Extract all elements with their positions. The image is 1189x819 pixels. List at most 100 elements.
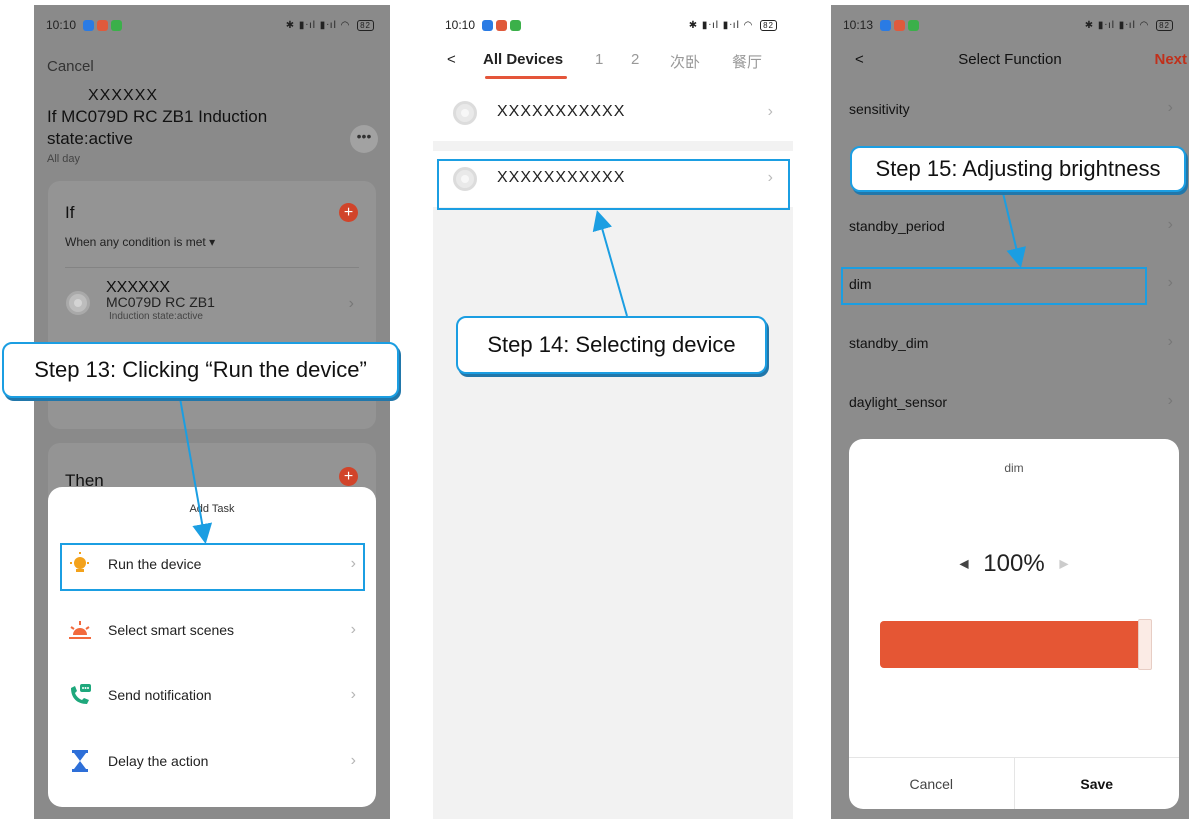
masked-name: XXXXXX [88, 87, 159, 104]
app-icon [880, 20, 892, 32]
cancel-button[interactable]: Cancel [47, 58, 94, 75]
device-name: XXXXXXXXXXX [497, 103, 626, 120]
highlight-box [60, 543, 365, 591]
app-icon [97, 20, 109, 32]
signal-icons: ✱ ▮ᐧıl ▮ᐧıl ◠ 82 [286, 19, 374, 31]
function-row-daylight-sensor[interactable]: daylight_sensor › [831, 382, 1189, 422]
value-readout: 100% [983, 549, 1045, 577]
dialog-title: dim [1004, 461, 1024, 475]
slider-thumb[interactable] [1138, 619, 1152, 670]
hourglass-icon [65, 746, 95, 776]
chevron-right-icon: › [1167, 392, 1173, 409]
phone-message-icon [65, 680, 95, 710]
function-row-standby-period[interactable]: standby_period › [831, 206, 1189, 246]
status-bar: 10:13 ✱ ▮ᐧıl ▮ᐧıl ◠ 82 [831, 5, 1189, 45]
delay-action-item[interactable]: Delay the action › [48, 737, 376, 785]
app-icon [482, 20, 494, 32]
chevron-right-icon: › [767, 103, 773, 120]
sheet-title: Add Task [189, 503, 235, 515]
smart-scenes-item[interactable]: Select smart scenes › [48, 606, 376, 654]
phone-screen-device-list: 10:10 ✱ ▮ᐧıl ▮ᐧıl ◠ 82 < All Devices 1 2… [433, 5, 793, 819]
phone-screen-add-task: 10:10 ✱ ▮ᐧıl ▮ᐧıl ◠ 82 Cancel XXXXXX If … [34, 5, 390, 819]
signal-icons: ✱ ▮ᐧıl ▮ᐧıl ◠ 82 [1085, 19, 1173, 31]
dialog-footer: Cancel Save [849, 757, 1179, 809]
dim-slider[interactable] [880, 619, 1152, 670]
if-title: If [65, 203, 75, 222]
signal-icons: ✱ ▮ᐧıl ▮ᐧıl ◠ 82 [689, 19, 777, 31]
page-title: Select Function [958, 51, 1062, 68]
step-15-callout: Step 15: Adjusting brightness [850, 146, 1186, 192]
phone-screen-select-function: 10:13 ✱ ▮ᐧıl ▮ᐧıl ◠ 82 < Select Function… [831, 5, 1189, 819]
schedule-label: All day [47, 153, 81, 165]
app-icon [894, 20, 906, 32]
task-label: Send notification [108, 687, 212, 703]
tutorial-canvas: 10:10 ✱ ▮ᐧıl ▮ᐧıl ◠ 82 Cancel XXXXXX If … [0, 0, 1189, 819]
slider-fill [880, 621, 1138, 668]
chevron-right-icon: › [350, 621, 356, 638]
task-label: Select smart scenes [108, 622, 235, 638]
chevron-right-icon: › [1167, 333, 1173, 350]
function-label: sensitivity [849, 101, 910, 117]
add-task-sheet: Add Task Run the device › Select smart s… [48, 487, 376, 807]
function-label: daylight_sensor [849, 394, 948, 410]
function-row-sensitivity[interactable]: sensitivity › [831, 89, 1189, 129]
back-button[interactable]: < [447, 51, 456, 68]
status-time: 10:10 [46, 18, 77, 32]
decrease-icon[interactable]: ◀ [959, 557, 968, 571]
highlight-box [841, 267, 1147, 305]
increase-icon[interactable]: ▶ [1059, 557, 1068, 571]
status-bar: 10:10 ✱ ▮ᐧıl ▮ᐧıl ◠ 82 [433, 5, 793, 45]
sensor-device-icon [66, 291, 90, 315]
room-tabs: < All Devices 1 2 次卧 餐厅 [433, 45, 793, 85]
tab-room-2[interactable]: 2 [631, 51, 639, 68]
notification-icons [880, 20, 920, 32]
sunrise-icon [65, 615, 95, 645]
masked-name: XXXXXX [106, 279, 171, 296]
condition-device-state: Induction state:active [109, 311, 203, 322]
chevron-right-icon: › [1167, 216, 1173, 233]
highlight-box [437, 159, 790, 210]
sensor-device-icon [453, 101, 477, 125]
device-row[interactable]: XXXXXXXXXXX › [433, 85, 793, 141]
notification-icons [83, 20, 123, 32]
status-time: 10:13 [843, 18, 874, 32]
tab-room-3[interactable]: 次卧 [670, 51, 700, 72]
scene-title: If MC079D RC ZB1 Induction state:active [47, 107, 268, 148]
app-icon [510, 20, 522, 32]
status-bar: 10:10 ✱ ▮ᐧıl ▮ᐧıl ◠ 82 [34, 5, 390, 45]
step-14-callout: Step 14: Selecting device [456, 316, 767, 374]
tab-all-devices[interactable]: All Devices [483, 51, 563, 68]
task-label: Delay the action [108, 753, 209, 769]
chevron-right-icon: › [350, 686, 356, 703]
dim-dialog: dim ◀ 100% ▶ Cancel Save [849, 439, 1179, 809]
add-condition-button[interactable]: + [339, 203, 358, 222]
send-notification-item[interactable]: Send notification › [48, 671, 376, 719]
step-13-callout: Step 13: Clicking “Run the device” [2, 342, 399, 398]
header: < Select Function Next [831, 45, 1189, 81]
battery-icon: 82 [357, 19, 374, 31]
chevron-right-icon: › [348, 295, 354, 312]
divider [65, 267, 359, 268]
next-button[interactable]: Next [1154, 51, 1187, 68]
function-row-standby-dim[interactable]: standby_dim › [831, 323, 1189, 363]
chevron-right-icon: › [350, 752, 356, 769]
tab-indicator [485, 76, 567, 79]
chevron-right-icon: › [1167, 99, 1173, 116]
battery-icon: 82 [760, 19, 777, 31]
chevron-right-icon: › [1167, 274, 1173, 291]
tab-room-4[interactable]: 餐厅 [732, 51, 762, 72]
save-button[interactable]: Save [1015, 758, 1180, 809]
status-time: 10:10 [445, 18, 476, 32]
notification-icons [482, 20, 522, 32]
more-options-button[interactable]: ••• [350, 125, 378, 153]
tab-room-1[interactable]: 1 [595, 51, 603, 68]
battery-icon: 82 [1156, 19, 1173, 31]
add-action-button[interactable]: + [339, 467, 358, 486]
cancel-button[interactable]: Cancel [849, 758, 1015, 809]
value-stepper: ◀ 100% ▶ [849, 549, 1179, 578]
app-icon [111, 20, 123, 32]
condition-mode[interactable]: When any condition is met ▾ [65, 235, 215, 249]
app-icon [908, 20, 920, 32]
function-label: standby_dim [849, 335, 929, 351]
app-icon [496, 20, 508, 32]
